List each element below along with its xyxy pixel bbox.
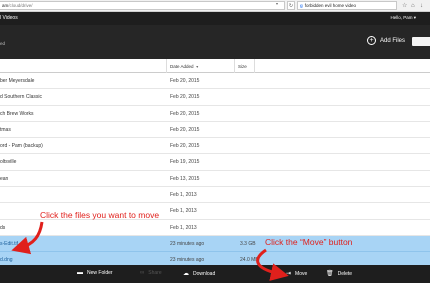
arrow-to-files (11, 221, 44, 255)
arrow-to-move (256, 248, 289, 281)
annotation-arrows (11, 221, 289, 281)
